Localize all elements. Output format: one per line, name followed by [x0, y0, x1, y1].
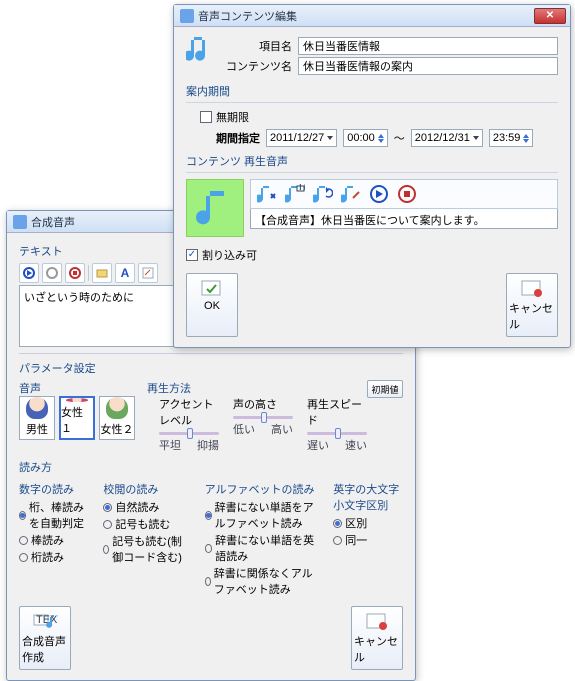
radio-option[interactable]: 区別 — [333, 515, 403, 531]
audio-content-edit-window: 音声コンテンツ編集 ✕ 項目名 コンテンツ名 案内期間 無期限 期間指定 — [173, 4, 571, 348]
close-icon[interactable]: ✕ — [534, 8, 566, 24]
window-title: 音声コンテンツ編集 — [198, 8, 534, 24]
param-label: パラメータ設定 — [19, 360, 403, 376]
radio-option[interactable]: 棒読み — [19, 532, 89, 548]
separator — [88, 265, 89, 281]
audio-action-toolbar: TEXT — [250, 179, 558, 209]
radio-option[interactable]: 同一 — [333, 532, 403, 548]
chevron-down-icon — [473, 136, 479, 140]
interrupt-label: 割り込み可 — [202, 247, 257, 263]
accent-slider[interactable]: アクセントレベル平坦抑揚 — [159, 396, 219, 453]
pitch-slider[interactable]: 声の高さ低い高い — [233, 396, 293, 453]
speed-slider[interactable]: 再生スピード遅い速い — [307, 396, 367, 453]
cancel-button[interactable]: キャンセル — [351, 606, 403, 670]
svg-text:TEXT: TEXT — [297, 184, 305, 193]
text-value: いざという時のために — [24, 292, 134, 304]
play-button[interactable] — [368, 183, 390, 205]
pause-button[interactable] — [42, 263, 62, 283]
avatar-icon — [106, 397, 128, 419]
content-name-field[interactable] — [298, 57, 558, 75]
radio-option[interactable]: 辞書に関係なくアルファベット読み — [205, 565, 320, 597]
radio-option[interactable]: 記号も読む(制御コード含む) — [103, 533, 190, 565]
unlimited-checkbox[interactable] — [200, 111, 212, 123]
voice-female1[interactable]: 女性１ — [59, 396, 95, 440]
content-thumbnail — [186, 179, 244, 237]
radio-option[interactable]: 辞書にない単語をアルファベット読み — [205, 499, 320, 531]
item-name-field[interactable] — [298, 37, 558, 55]
content-name-label: コンテンツ名 — [218, 58, 298, 74]
avatar-icon — [26, 397, 48, 419]
audio-action-icon[interactable] — [312, 183, 334, 205]
time-from-spinner[interactable]: 00:00 — [343, 129, 388, 147]
audio-action-icon[interactable] — [340, 183, 362, 205]
separator — [186, 102, 558, 103]
app-icon — [13, 215, 27, 229]
play-method-label: 再生方法 — [147, 383, 191, 395]
voice-male[interactable]: 男性 — [19, 396, 55, 440]
time-to-spinner[interactable]: 23:59 — [489, 129, 534, 147]
voice-label: 音声 — [19, 383, 41, 395]
font-button[interactable]: A — [115, 263, 135, 283]
radio-option[interactable]: 自然読み — [103, 499, 190, 515]
audio-action-icon[interactable] — [256, 183, 278, 205]
reset-button[interactable]: 初期値 — [367, 380, 403, 398]
titlebar[interactable]: 音声コンテンツ編集 ✕ — [174, 5, 570, 27]
audio-action-icon[interactable]: TEXT — [284, 183, 306, 205]
period-group-label: 案内期間 — [186, 83, 558, 99]
chevron-down-icon — [327, 136, 333, 140]
avatar-icon — [66, 398, 88, 402]
date-from-combo[interactable]: 2011/12/27 — [266, 129, 337, 147]
music-icon — [186, 35, 214, 63]
tilde: ～ — [394, 130, 405, 146]
radio-option[interactable]: 辞書にない単語を英語読み — [205, 532, 320, 564]
radio-option[interactable]: 桁、棒読みを自動判定 — [19, 499, 89, 531]
open-file-button[interactable] — [92, 263, 112, 283]
content-audio-label: コンテンツ 再生音声 — [186, 153, 558, 169]
date-to-combo[interactable]: 2012/12/31 — [411, 129, 483, 147]
stop-button[interactable] — [65, 263, 85, 283]
period-label: 期間指定 — [216, 130, 260, 146]
app-icon — [180, 9, 194, 23]
create-synth-button[interactable]: TEXT 合成音声作成 — [19, 606, 71, 670]
radio-option[interactable]: 記号も読む — [103, 516, 190, 532]
separator — [186, 172, 558, 173]
radio-option[interactable]: 桁読み — [19, 549, 89, 565]
ok-button[interactable]: OK — [186, 273, 238, 337]
reading-label: 読み方 — [19, 459, 403, 475]
audio-description[interactable]: 【合成音声】休日当番医について案内します。 — [250, 209, 558, 229]
stop-button[interactable] — [396, 183, 418, 205]
interrupt-checkbox[interactable] — [186, 249, 198, 261]
voice-female2[interactable]: 女性２ — [99, 396, 135, 440]
play-button[interactable] — [19, 263, 39, 283]
unlimited-label: 無期限 — [216, 109, 249, 125]
item-name-label: 項目名 — [218, 38, 298, 54]
cancel-button[interactable]: キャンセル — [506, 273, 558, 337]
edit-button[interactable] — [138, 263, 158, 283]
